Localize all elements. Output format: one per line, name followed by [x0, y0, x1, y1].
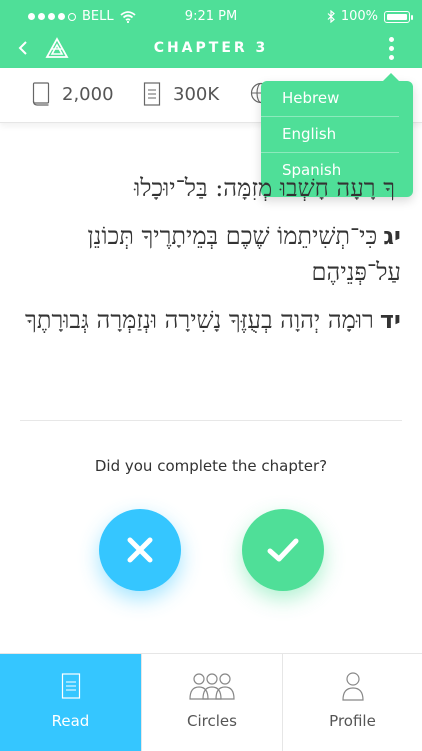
- not-completed-button[interactable]: [99, 509, 181, 591]
- verse: ידרוּמָה יְהוָה בְעֻזֶּךָ נָשִׁירָה וּנְ…: [20, 302, 401, 338]
- verse-number: יד: [379, 306, 401, 334]
- tab-circles-label: Circles: [187, 712, 237, 730]
- verse: ךָ רָעָה חָשְׁבוּ מְזִמָּה: בַּל־יוּכָלו…: [20, 170, 401, 206]
- tab-read[interactable]: Read: [0, 654, 141, 751]
- group-icon: [189, 673, 235, 700]
- page-title: CHAPTER 3: [153, 40, 269, 56]
- checkmark-icon: [267, 538, 299, 562]
- tab-circles[interactable]: Circles: [141, 654, 282, 751]
- document-icon: [61, 673, 80, 699]
- completed-button[interactable]: [242, 509, 324, 591]
- document-icon: [143, 82, 161, 106]
- reads-stat: 300K: [143, 82, 219, 106]
- battery-percent: 100%: [340, 9, 378, 24]
- completion-question: Did you complete the chapter?: [94, 457, 328, 475]
- verse: יגכִּי־תְשִׁיתֵמוֹ שֶׁכֶם בְּמֵיתָרֶיךָ …: [20, 218, 401, 290]
- words-stat: 2,000: [32, 82, 114, 106]
- more-menu-button[interactable]: [388, 37, 394, 60]
- verse-number: יג: [383, 222, 401, 250]
- status-bar: BELL 9:21 PM 100%: [0, 0, 422, 33]
- words-count: 2,000: [62, 83, 114, 105]
- battery-area: 100%: [327, 9, 413, 24]
- close-icon: [127, 537, 153, 563]
- battery-icon: [384, 10, 413, 23]
- verse-text: כִּי־תְשִׁיתֵמוֹ שֶׁכֶם בְּמֵיתָרֶיךָ תְ…: [87, 222, 401, 286]
- tab-profile-label: Profile: [329, 712, 376, 730]
- bluetooth-icon: [327, 10, 335, 23]
- language-option-english[interactable]: English: [261, 117, 399, 153]
- verse-text: ךָ רָעָה חָשְׁבוּ מְזִמָּה: בַּל־יוּכָלו…: [134, 174, 395, 202]
- tab-read-label: Read: [51, 712, 90, 730]
- book-icon: [32, 82, 50, 106]
- language-option-hebrew[interactable]: Hebrew: [261, 81, 399, 117]
- divider: [20, 420, 402, 421]
- tab-bar: Read Circles Profile: [0, 653, 422, 751]
- reads-count: 300K: [173, 83, 220, 105]
- more-vertical-icon: [388, 37, 394, 42]
- user-icon: [341, 672, 364, 701]
- tab-profile[interactable]: Profile: [282, 654, 422, 751]
- verse-text: רוּמָה יְהוָה בְעֻזֶּךָ נָשִׁירָה וּנְזַ…: [25, 306, 374, 334]
- nav-bar: CHAPTER 3: [0, 33, 422, 68]
- chapter-text: ךָ רָעָה חָשְׁבוּ מְזִמָּה: בַּל־יוּכָלו…: [20, 170, 401, 350]
